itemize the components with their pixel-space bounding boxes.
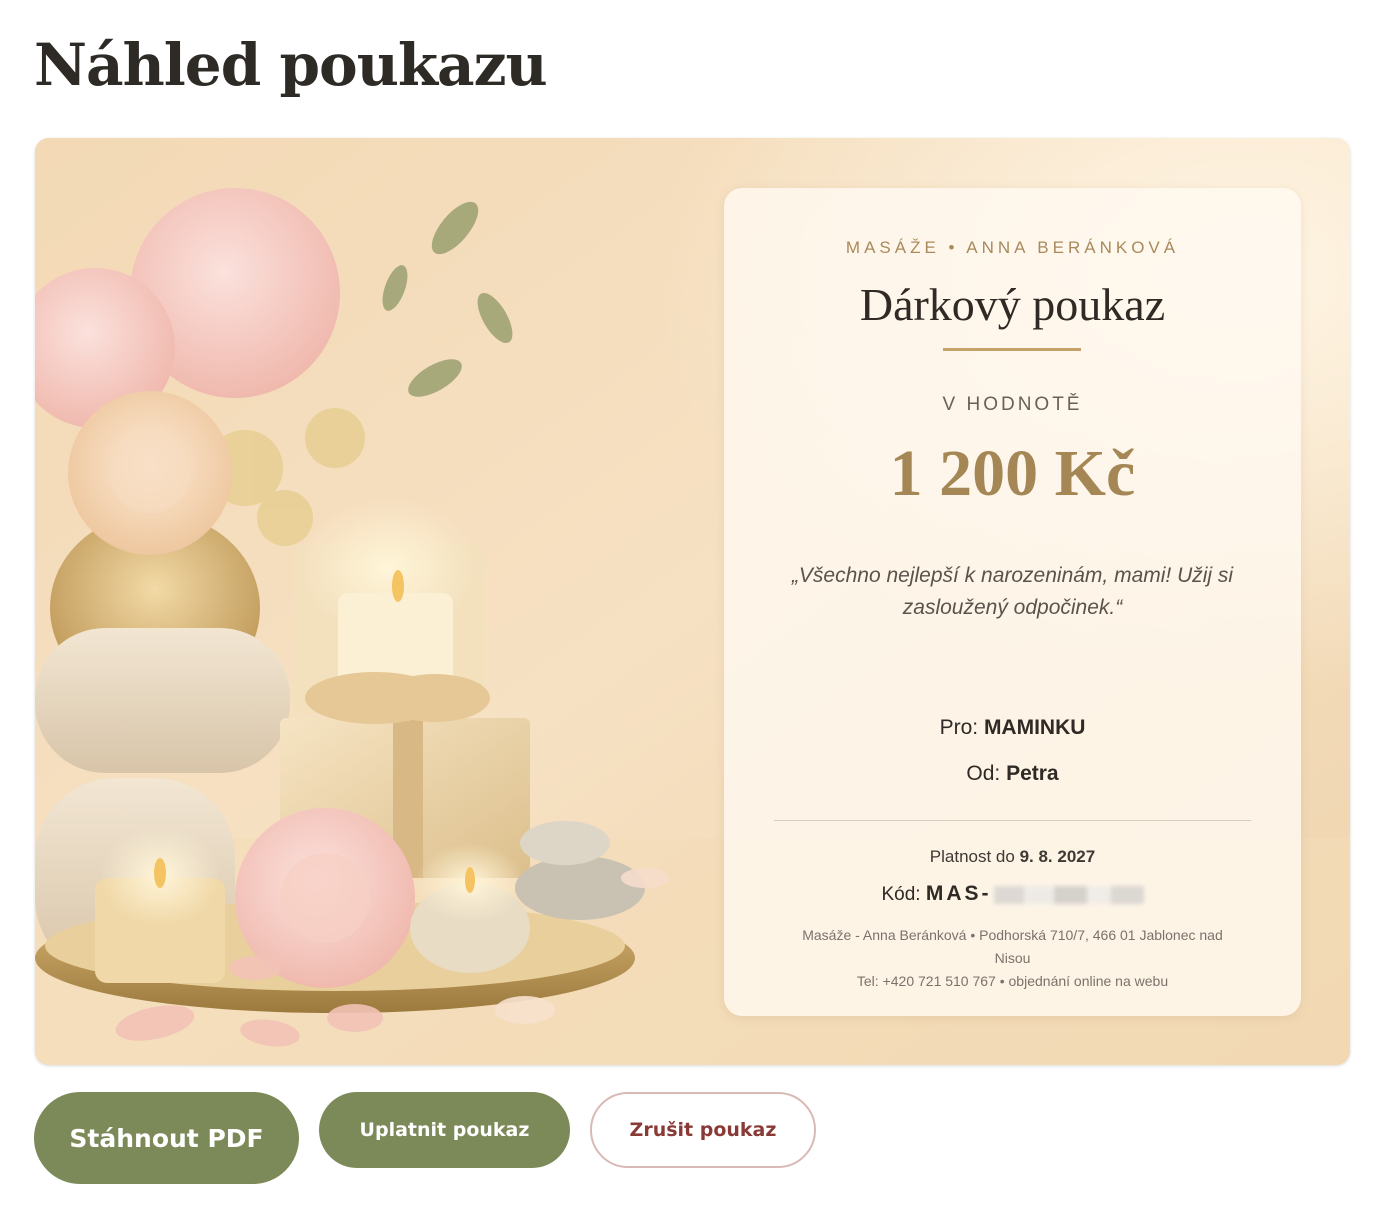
voucher-brand: MASÁŽE • ANNA BERÁNKOVÁ bbox=[845, 238, 1180, 257]
sender-row: Od: Petra bbox=[724, 762, 1301, 786]
voucher-title: Dárkový poukaz bbox=[859, 279, 1166, 330]
download-pdf-button[interactable]: Stáhnout PDF bbox=[34, 1092, 299, 1184]
redeem-voucher-button[interactable]: Uplatnit poukaz bbox=[319, 1092, 570, 1168]
contact-line: Tel: +420 721 510 767 • objednání online… bbox=[856, 973, 1169, 989]
code-row: Kód: MAS- bbox=[724, 882, 1301, 906]
address-block: Masáže - Anna Beránková • Podhorská 710/… bbox=[784, 924, 1241, 993]
voucher-message: „Všechno nejlepší k narozeninám, mami! U… bbox=[791, 564, 1234, 619]
value-label: V HODNOTĚ bbox=[942, 394, 1083, 415]
sender-label: Od: bbox=[966, 762, 1001, 785]
title-divider bbox=[943, 348, 1081, 351]
cancel-voucher-button[interactable]: Zrušit poukaz bbox=[590, 1092, 816, 1168]
footer-divider bbox=[774, 820, 1251, 821]
recipient-label: Pro: bbox=[939, 716, 979, 739]
recipient-row: Pro: MAMINKU bbox=[724, 716, 1301, 740]
recipient-name: MAMINKU bbox=[983, 716, 1086, 739]
page-title: Náhled poukazu bbox=[34, 31, 548, 99]
validity-label: Platnost do bbox=[929, 847, 1015, 866]
validity-row: Platnost do 9. 8. 2027 bbox=[724, 847, 1301, 867]
address-line: Masáže - Anna Beránková • Podhorská 710/… bbox=[802, 927, 1223, 966]
voucher-preview: MASÁŽE • ANNA BERÁNKOVÁ Dárkový poukaz V… bbox=[35, 138, 1350, 1065]
value-amount: 1 200 Kč bbox=[889, 437, 1136, 510]
voucher-card: MASÁŽE • ANNA BERÁNKOVÁ Dárkový poukaz V… bbox=[724, 188, 1301, 1016]
code-redacted bbox=[993, 885, 1144, 904]
code-label: Kód: bbox=[881, 884, 921, 905]
validity-date: 9. 8. 2027 bbox=[1019, 847, 1096, 866]
sender-name: Petra bbox=[1006, 762, 1059, 785]
code-value: MAS- bbox=[925, 882, 992, 905]
